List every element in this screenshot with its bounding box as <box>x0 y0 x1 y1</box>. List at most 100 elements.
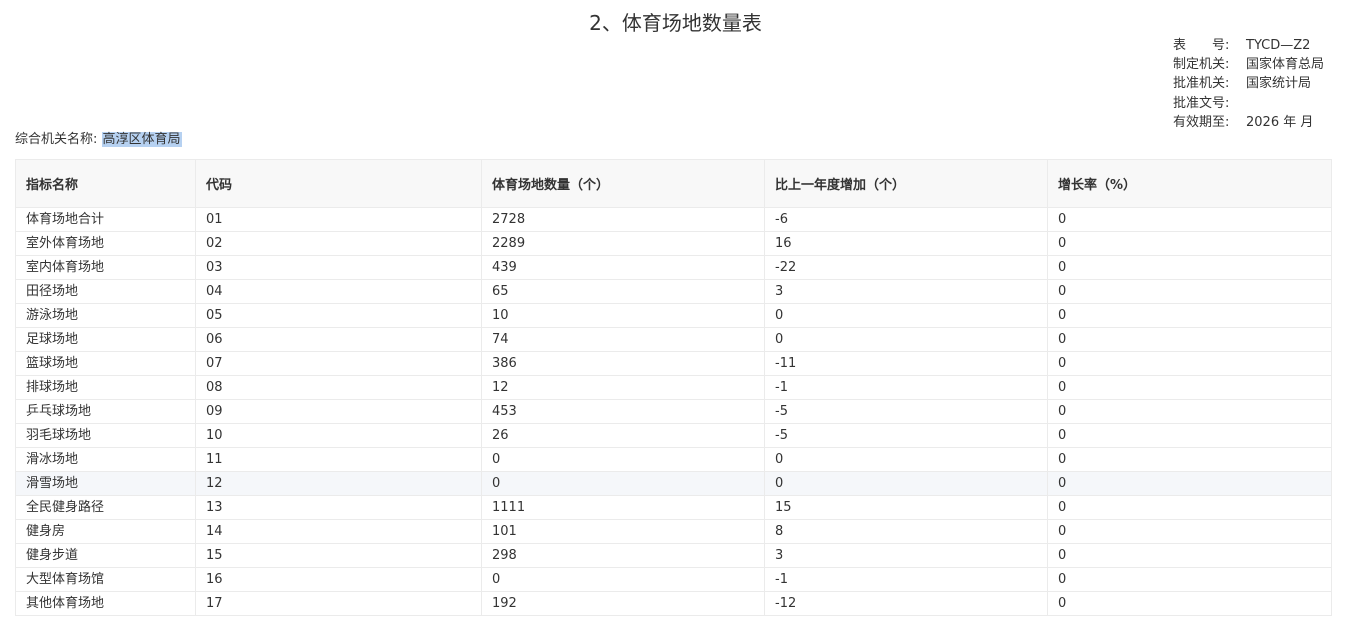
meta-value: 2026 年 月 <box>1246 114 1314 130</box>
table-row[interactable]: 游泳场地 05 10 0 0 <box>15 303 1332 328</box>
cell-increase: 3 <box>764 279 1048 304</box>
cell-code: 07 <box>195 351 482 376</box>
table-header-row: 指标名称 代码 体育场地数量（个） 比上一年度增加（个） 增长率（%） <box>15 159 1332 208</box>
cell-count: 386 <box>481 351 765 376</box>
column-header-increase: 比上一年度增加（个） <box>764 159 1048 208</box>
cell-growth-rate: 0 <box>1047 423 1332 448</box>
cell-indicator: 大型体育场馆 <box>15 567 196 592</box>
cell-growth-rate: 0 <box>1047 543 1332 568</box>
cell-count: 453 <box>481 399 765 424</box>
cell-increase: 0 <box>764 303 1048 328</box>
meta-label: 表 号: <box>1173 38 1230 53</box>
table-row[interactable]: 全民健身路径 13 1111 15 0 <box>15 495 1332 520</box>
table-row[interactable]: 健身步道 15 298 3 0 <box>15 543 1332 568</box>
table-row[interactable]: 乒乓球场地 09 453 -5 0 <box>15 399 1332 424</box>
meta-label: 批准机关: <box>1173 76 1230 92</box>
table-row[interactable]: 篮球场地 07 386 -11 0 <box>15 351 1332 376</box>
cell-indicator: 田径场地 <box>15 279 196 304</box>
column-header-growth-rate: 增长率（%） <box>1047 159 1332 208</box>
cell-indicator: 滑冰场地 <box>15 447 196 472</box>
table-row[interactable]: 大型体育场馆 16 0 -1 0 <box>15 567 1332 592</box>
cell-count: 192 <box>481 591 765 616</box>
cell-growth-rate: 0 <box>1047 591 1332 616</box>
meta-label: 有效期至: <box>1173 114 1230 130</box>
cell-count: 12 <box>481 375 765 400</box>
cell-code: 17 <box>195 591 482 616</box>
cell-increase: -11 <box>764 351 1048 376</box>
cell-count: 74 <box>481 327 765 352</box>
cell-count: 101 <box>481 519 765 544</box>
cell-growth-rate: 0 <box>1047 519 1332 544</box>
cell-code: 10 <box>195 423 482 448</box>
cell-code: 03 <box>195 255 482 280</box>
table-row[interactable]: 足球场地 06 74 0 0 <box>15 327 1332 352</box>
cell-increase: -1 <box>764 567 1048 592</box>
table-row[interactable]: 室外体育场地 02 2289 16 0 <box>15 231 1332 256</box>
cell-code: 12 <box>195 471 482 496</box>
cell-indicator: 排球场地 <box>15 375 196 400</box>
cell-count: 10 <box>481 303 765 328</box>
meta-row-valid-until: 有效期至: 2026 年 月 <box>1173 113 1324 132</box>
cell-code: 09 <box>195 399 482 424</box>
cell-indicator: 全民健身路径 <box>15 495 196 520</box>
cell-growth-rate: 0 <box>1047 567 1332 592</box>
cell-code: 14 <box>195 519 482 544</box>
table-row[interactable]: 羽毛球场地 10 26 -5 0 <box>15 423 1332 448</box>
cell-growth-rate: 0 <box>1047 495 1332 520</box>
cell-indicator: 篮球场地 <box>15 351 196 376</box>
form-meta: 表 号: TYCD—Z2 制定机关: 国家体育总局 批准机关: 国家统计局 批准… <box>1173 36 1324 132</box>
cell-code: 16 <box>195 567 482 592</box>
cell-indicator: 健身房 <box>15 519 196 544</box>
table-row[interactable]: 室内体育场地 03 439 -22 0 <box>15 255 1332 280</box>
meta-label: 批准文号: <box>1173 95 1230 111</box>
cell-count: 439 <box>481 255 765 280</box>
cell-increase: -5 <box>764 423 1048 448</box>
cell-increase: 16 <box>764 231 1048 256</box>
meta-row-approval-number: 批准文号: <box>1173 94 1324 113</box>
meta-row-approver: 批准机关: 国家统计局 <box>1173 74 1324 93</box>
cell-code: 08 <box>195 375 482 400</box>
org-label: 综合机关名称: <box>15 132 98 147</box>
cell-increase: -22 <box>764 255 1048 280</box>
cell-growth-rate: 0 <box>1047 351 1332 376</box>
table-row[interactable]: 其他体育场地 17 192 -12 0 <box>15 591 1332 616</box>
cell-increase: -12 <box>764 591 1048 616</box>
table-row[interactable]: 体育场地合计 01 2728 -6 0 <box>15 207 1332 232</box>
cell-indicator: 乒乓球场地 <box>15 399 196 424</box>
cell-count: 26 <box>481 423 765 448</box>
cell-count: 1111 <box>481 495 765 520</box>
table-row[interactable]: 排球场地 08 12 -1 0 <box>15 375 1332 400</box>
table-row[interactable]: 田径场地 04 65 3 0 <box>15 279 1332 304</box>
column-header-indicator: 指标名称 <box>15 159 196 208</box>
org-line: 综合机关名称: 高淳区体育局 <box>15 130 182 150</box>
cell-code: 15 <box>195 543 482 568</box>
meta-value: 国家统计局 <box>1246 76 1312 92</box>
table-row[interactable]: 滑冰场地 11 0 0 0 <box>15 447 1332 472</box>
table-row[interactable]: 健身房 14 101 8 0 <box>15 519 1332 544</box>
cell-increase: 15 <box>764 495 1048 520</box>
cell-code: 04 <box>195 279 482 304</box>
cell-count: 0 <box>481 567 765 592</box>
meta-label: 制定机关: <box>1173 57 1230 73</box>
cell-increase: 0 <box>764 471 1048 496</box>
cell-indicator: 室内体育场地 <box>15 255 196 280</box>
cell-increase: -1 <box>764 375 1048 400</box>
cell-growth-rate: 0 <box>1047 447 1332 472</box>
table-row[interactable]: 滑雪场地 12 0 0 0 <box>15 471 1332 496</box>
cell-indicator: 室外体育场地 <box>15 231 196 256</box>
cell-code: 01 <box>195 207 482 232</box>
cell-indicator: 滑雪场地 <box>15 471 196 496</box>
org-name[interactable]: 高淳区体育局 <box>101 132 182 147</box>
cell-growth-rate: 0 <box>1047 471 1332 496</box>
cell-growth-rate: 0 <box>1047 375 1332 400</box>
cell-count: 0 <box>481 471 765 496</box>
meta-value: 国家体育总局 <box>1246 57 1325 73</box>
cell-growth-rate: 0 <box>1047 255 1332 280</box>
column-header-count: 体育场地数量（个） <box>481 159 765 208</box>
cell-growth-rate: 0 <box>1047 231 1332 256</box>
venue-count-table: 指标名称 代码 体育场地数量（个） 比上一年度增加（个） 增长率（%） 体育场地… <box>15 159 1332 616</box>
cell-increase: -6 <box>764 207 1048 232</box>
meta-value: TYCD—Z2 <box>1246 38 1311 53</box>
cell-count: 2289 <box>481 231 765 256</box>
cell-increase: 0 <box>764 327 1048 352</box>
